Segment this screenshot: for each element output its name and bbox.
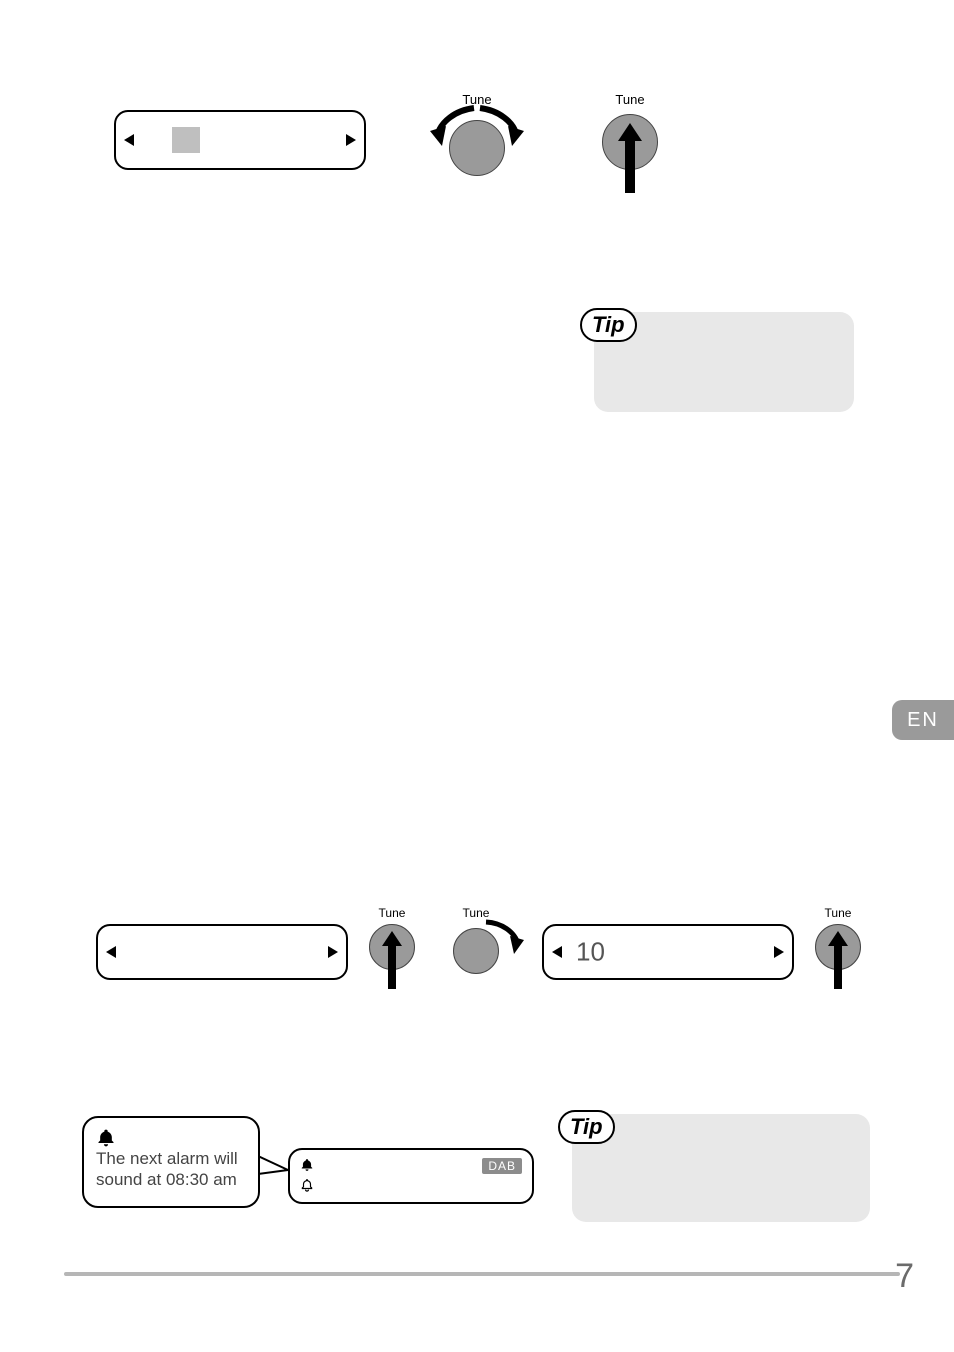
display-home: DAB [288, 1148, 534, 1204]
page-number: 7 [895, 1257, 914, 1296]
arrow-up-icon [615, 123, 645, 193]
arrow-left-icon [106, 946, 116, 958]
tune-knob-rotate[interactable] [449, 120, 505, 176]
tune-press-group: Tune [362, 906, 422, 996]
nap-value: 10 [576, 937, 605, 968]
arrow-right-icon [774, 946, 784, 958]
arrow-right-icon [346, 134, 356, 146]
tune-rotate-group: Tune [436, 906, 536, 996]
footer-rule [64, 1272, 900, 1276]
weekday-placeholder [172, 127, 200, 153]
tip-badge: Tip [580, 308, 637, 342]
tip-badge: Tip [558, 1110, 615, 1144]
tune-label: Tune [615, 92, 644, 107]
mode-badge: DAB [482, 1158, 522, 1174]
speech-text: The next alarm will sound at 08:30 am [96, 1148, 246, 1191]
tune-press-group: Tune [808, 906, 868, 996]
tune-knob-press[interactable] [815, 924, 861, 970]
manual-page: Tune Tune Tip EN Tune [0, 0, 954, 1352]
tune-press-group: Tune [590, 92, 670, 192]
arrow-right-icon [328, 946, 338, 958]
tune-knob-rotate[interactable] [453, 928, 499, 974]
tune-knob-press[interactable] [602, 114, 658, 170]
speech-pointer-icon [258, 1152, 292, 1176]
bell-solid-icon [96, 1128, 246, 1148]
tune-knob-press[interactable] [369, 924, 415, 970]
display-nap-label [96, 924, 348, 980]
arrow-left-icon [552, 946, 562, 958]
arrow-up-icon [825, 931, 851, 989]
display-nap-value: 10 [542, 924, 794, 980]
arrow-up-icon [379, 931, 405, 989]
alarm1-active-icon [300, 1158, 314, 1172]
tip-box [572, 1114, 870, 1222]
tune-label: Tune [379, 906, 406, 920]
tune-label: Tune [825, 906, 852, 920]
speech-bubble: The next alarm will sound at 08:30 am [82, 1116, 260, 1208]
display-weekday [114, 110, 366, 170]
tune-rotate-group: Tune [412, 92, 542, 182]
alarm2-inactive-icon [300, 1178, 314, 1192]
arrow-left-icon [124, 134, 134, 146]
language-tab: EN [892, 700, 954, 740]
language-tab-label: EN [907, 709, 939, 732]
